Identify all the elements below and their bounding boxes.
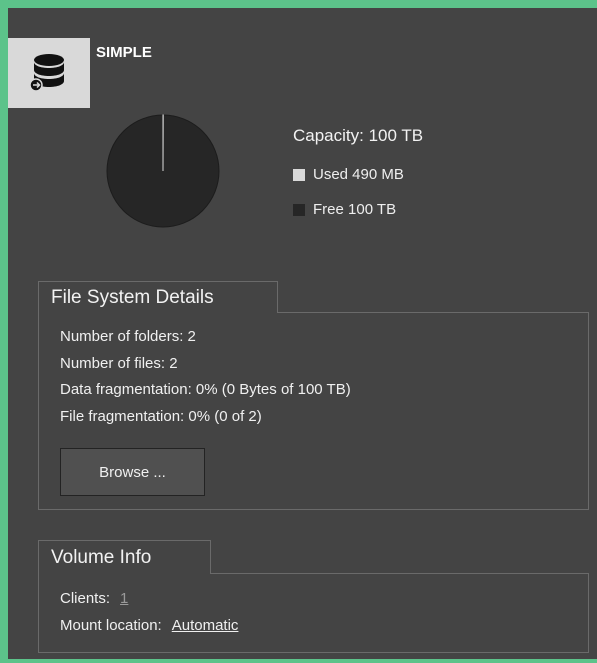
folders-count: Number of folders: 2 bbox=[60, 328, 196, 345]
mount-location-row: Mount location: Automatic bbox=[60, 617, 238, 634]
capacity-pie-chart bbox=[106, 114, 220, 228]
legend-used-swatch bbox=[293, 168, 305, 181]
legend-free: Free 100 TB bbox=[293, 201, 396, 218]
volume-info-tab: Volume Info bbox=[38, 540, 211, 574]
legend-free-swatch bbox=[293, 203, 305, 216]
legend-used: Used 490 MB bbox=[293, 166, 404, 183]
clients-row: Clients: 1 bbox=[60, 590, 128, 607]
legend-free-label: Free 100 TB bbox=[313, 201, 397, 218]
file-fragmentation: File fragmentation: 0% (0 of 2) bbox=[60, 408, 262, 425]
mount-location-link[interactable]: Automatic bbox=[172, 617, 239, 634]
legend-used-label: Used 490 MB bbox=[313, 166, 404, 183]
mount-location-label: Mount location: bbox=[60, 617, 162, 634]
volume-title: SIMPLE bbox=[96, 44, 152, 61]
volume-panel: SIMPLE Capacity: 100 TB Used 490 MB Free… bbox=[8, 8, 597, 659]
data-fragmentation: Data fragmentation: 0% (0 Bytes of 100 T… bbox=[60, 381, 351, 398]
browse-button[interactable]: Browse ... bbox=[60, 448, 205, 496]
capacity-label: Capacity: 100 TB bbox=[293, 126, 424, 145]
database-icon bbox=[8, 38, 90, 108]
files-count: Number of files: 2 bbox=[60, 355, 178, 372]
clients-label: Clients: bbox=[60, 590, 111, 607]
file-system-details-tab: File System Details bbox=[38, 281, 278, 313]
clients-link[interactable]: 1 bbox=[120, 590, 128, 607]
volume-info-box bbox=[38, 573, 589, 653]
